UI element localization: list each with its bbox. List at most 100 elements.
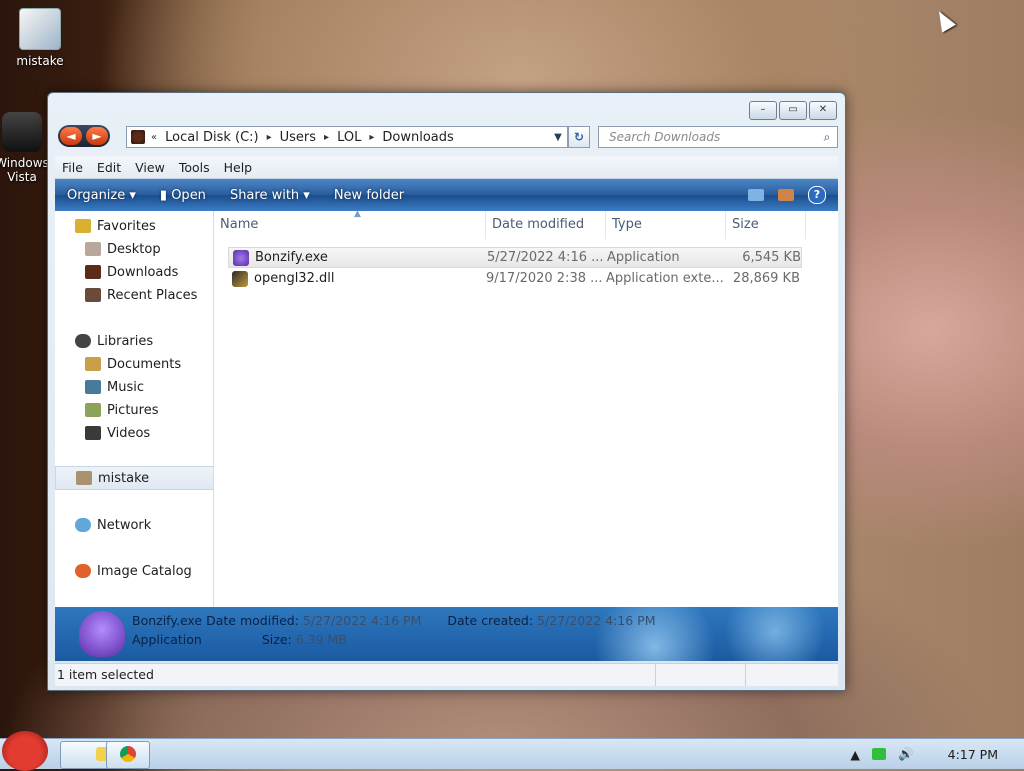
nav-desktop[interactable]: Desktop [55, 238, 213, 260]
file-size: 28,869 KB [732, 271, 800, 286]
search-icon[interactable]: ⌕ [817, 130, 837, 145]
sort-indicator-icon: ▲ [354, 209, 361, 219]
taskbar-chrome-button[interactable] [106, 741, 150, 769]
breadcrumb-separator-icon[interactable]: ▸ [322, 132, 331, 143]
back-button[interactable]: ◄ [60, 127, 82, 145]
nav-documents[interactable]: Documents [55, 353, 213, 375]
file-row[interactable]: Bonzify.exe 5/27/2022 4:16 ... Applicati… [228, 247, 802, 268]
breadcrumb-users[interactable]: Users [274, 130, 322, 145]
menu-help[interactable]: Help [217, 160, 260, 175]
nav-downloads[interactable]: Downloads [55, 261, 213, 283]
search-box[interactable]: Search Downloads ⌕ [598, 126, 838, 148]
column-name[interactable]: Name [214, 211, 486, 239]
chrome-icon [120, 746, 136, 762]
close-button[interactable]: ✕ [809, 101, 837, 120]
clock[interactable]: 4:17 PM [948, 747, 998, 762]
nav-documents-label: Documents [107, 356, 182, 372]
breadcrumb-separator-icon[interactable]: ▸ [265, 132, 274, 143]
open-button[interactable]: ▮ Open [148, 188, 218, 203]
details-date-modified-label: Date modified: [206, 613, 299, 628]
nav-network-label: Network [97, 517, 152, 533]
desktop-icon-mistake[interactable]: mistake [0, 8, 80, 68]
battery-icon[interactable] [872, 748, 887, 760]
nav-mistake[interactable]: mistake [55, 466, 213, 490]
folder-icon [131, 130, 145, 144]
new-folder-button[interactable]: New folder [322, 188, 416, 203]
nav-recent-places[interactable]: Recent Places [55, 284, 213, 306]
star-icon [75, 219, 91, 233]
desktop-icon-label: mistake [16, 54, 64, 68]
bonzi-icon [79, 611, 125, 657]
menu-edit[interactable]: Edit [90, 160, 128, 175]
libraries-icon [75, 334, 91, 348]
details-size: 6.39 MB [295, 632, 347, 647]
documents-icon [85, 357, 101, 371]
nav-image-catalog[interactable]: Image Catalog [55, 560, 213, 582]
file-date: 9/17/2020 2:38 ... [486, 271, 603, 286]
details-date-created-label: Date created: [447, 613, 534, 628]
details-spacer [206, 632, 262, 647]
navigation-row: ◄ ► « Local Disk (C:) ▸ Users ▸ LOL ▸ Do… [58, 123, 839, 151]
desktop-icon [85, 242, 101, 256]
open-label: Open [171, 187, 206, 203]
breadcrumb-local-disk[interactable]: Local Disk (C:) [159, 130, 264, 145]
music-icon [85, 380, 101, 394]
user-folder-icon [76, 471, 92, 485]
volume-icon[interactable]: 🔊 [898, 746, 914, 762]
file-date: 5/27/2022 4:16 ... [487, 250, 604, 265]
address-dropdown-icon[interactable]: ▼ [549, 132, 567, 143]
recycle-bin-icon [2, 112, 42, 152]
bonzi-icon [233, 249, 249, 266]
details-date-created: 5/27/2022 4:16 PM [537, 613, 656, 628]
nav-network[interactable]: Network [55, 514, 213, 536]
nav-image-catalog-label: Image Catalog [97, 563, 192, 579]
menu-view[interactable]: View [128, 160, 172, 175]
taskbar: ▲ 🔊 4:17 PM [0, 731, 1024, 771]
network-icon [75, 518, 91, 532]
file-row[interactable]: opengl32.dll 9/17/2020 2:38 ... Applicat… [228, 268, 802, 289]
maximize-button[interactable]: ▭ [779, 101, 807, 120]
show-hidden-icons-icon[interactable]: ▲ [850, 747, 860, 762]
videos-icon [85, 426, 101, 440]
nav-music[interactable]: Music [55, 376, 213, 398]
forward-button[interactable]: ► [86, 127, 108, 145]
start-button[interactable] [2, 731, 48, 771]
column-size[interactable]: Size [726, 211, 806, 239]
address-bar[interactable]: « Local Disk (C:) ▸ Users ▸ LOL ▸ Downlo… [126, 126, 568, 148]
caption-buttons: – ▭ ✕ [749, 101, 837, 120]
menu-tools[interactable]: Tools [172, 160, 217, 175]
file-type: Application [607, 250, 680, 265]
column-headers: Name Date modified Type Size [214, 211, 838, 239]
breadcrumb-downloads[interactable]: Downloads [376, 130, 459, 145]
breadcrumb-lol[interactable]: LOL [331, 130, 367, 145]
menu-bar: File Edit View Tools Help [55, 156, 838, 179]
minimize-button[interactable]: – [749, 101, 777, 120]
help-icon[interactable]: ? [808, 186, 826, 204]
details-line-2: Application Size: 6.39 MB [132, 632, 347, 647]
details-file-name: Bonzify.exe [132, 613, 203, 628]
toolbar-right: ? [748, 186, 838, 204]
status-divider [655, 664, 656, 686]
organize-button[interactable]: Organize ▾ [55, 188, 148, 203]
column-date-modified[interactable]: Date modified [486, 211, 606, 239]
preview-pane-icon[interactable] [778, 189, 794, 201]
status-divider [745, 664, 746, 686]
menu-file[interactable]: File [55, 160, 90, 175]
file-name-cell: Bonzify.exe [229, 249, 487, 266]
nav-favorites[interactable]: Favorites [55, 215, 213, 237]
computer-icon [19, 8, 61, 50]
nav-favorites-label: Favorites [97, 218, 156, 234]
search-input[interactable]: Search Downloads [599, 130, 817, 144]
address-overflow-chevron[interactable]: « [149, 132, 159, 143]
nav-pictures[interactable]: Pictures [55, 399, 213, 421]
share-with-button[interactable]: Share with ▾ [218, 188, 322, 203]
nav-downloads-label: Downloads [107, 264, 179, 280]
nav-videos[interactable]: Videos [55, 422, 213, 444]
file-name-cell: opengl32.dll [228, 270, 486, 287]
nav-libraries[interactable]: Libraries [55, 330, 213, 352]
refresh-button[interactable]: ↻ [568, 126, 590, 148]
details-size-label: Size: [261, 632, 292, 647]
column-type[interactable]: Type [606, 211, 726, 239]
change-view-icon[interactable] [748, 189, 764, 201]
breadcrumb-separator-icon[interactable]: ▸ [367, 132, 376, 143]
